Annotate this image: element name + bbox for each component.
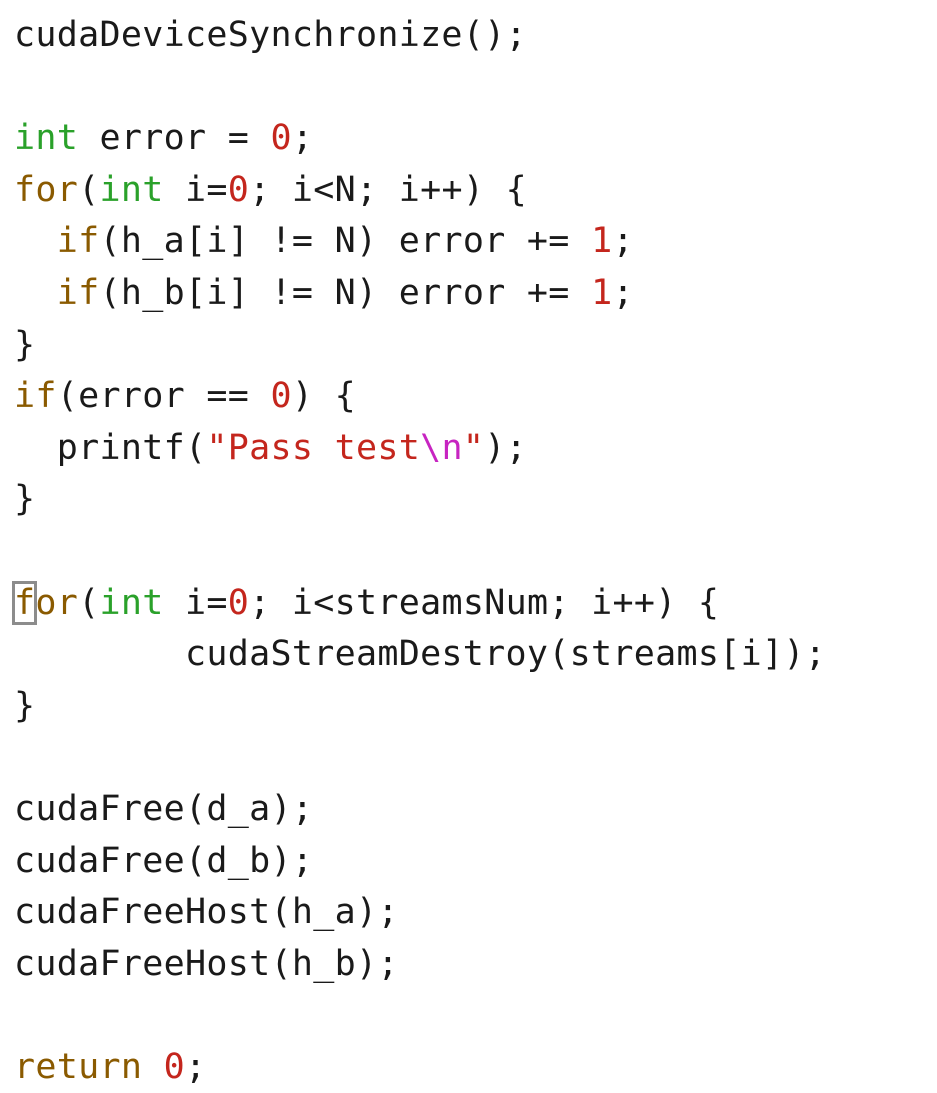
code-editor[interactable]: cudaDeviceSynchronize(); int error = 0; f…	[0, 0, 937, 1088]
code-text[interactable]: cudaDeviceSynchronize(); int error = 0; f…	[11, 10, 826, 1093]
code-line[interactable]: cudaFreeHost(h_a);	[14, 887, 826, 939]
code-line[interactable]: for(int i=0; i<streamsNum; i++) {	[11, 578, 826, 630]
code-token-keyword: return	[14, 1046, 143, 1087]
code-line[interactable]: printf("Pass test\n");	[14, 423, 826, 475]
code-token-plain: (h_a[i] != N) error +=	[99, 221, 592, 262]
code-token-plain: i=	[163, 169, 228, 210]
code-line[interactable]	[14, 732, 826, 784]
code-token-plain: printf(	[14, 427, 207, 468]
code-line[interactable]: return 0;	[14, 1042, 826, 1093]
code-token-plain: (	[78, 169, 100, 210]
code-token-string: "	[462, 427, 485, 468]
code-token-type: int	[99, 582, 164, 623]
code-token-keyword: or	[35, 582, 79, 623]
code-token-type: int	[99, 169, 164, 210]
code-line[interactable]: if(error == 0) {	[14, 371, 826, 423]
code-token-plain: error =	[78, 118, 271, 159]
code-token-string: "Pass test	[206, 427, 421, 468]
code-token-plain: cudaStreamDestroy(streams[i]);	[14, 634, 827, 675]
code-line[interactable]: if(h_b[i] != N) error += 1;	[14, 268, 826, 320]
code-token-keyword: if	[56, 272, 100, 313]
code-line[interactable]: cudaStreamDestroy(streams[i]);	[14, 629, 826, 681]
code-line[interactable]	[14, 62, 826, 114]
code-token-number: 0	[163, 1046, 185, 1087]
code-token-plain: (h_b[i] != N) error +=	[99, 272, 592, 313]
code-line[interactable]: }	[14, 681, 826, 733]
code-line[interactable]: for(int i=0; i<N; i++) {	[14, 165, 826, 217]
code-line[interactable]: }	[14, 474, 826, 526]
code-token-number: 1	[591, 221, 613, 262]
code-token-plain: cudaFreeHost(h_a);	[14, 892, 399, 933]
code-line[interactable]: }	[14, 320, 826, 372]
code-token-plain: cudaFree(d_b);	[14, 840, 314, 881]
code-line[interactable]: cudaDeviceSynchronize();	[14, 10, 826, 62]
code-line[interactable]	[14, 526, 826, 578]
code-token-plain: (	[78, 582, 100, 623]
code-token-type: int	[14, 118, 79, 159]
code-token-plain: );	[484, 427, 527, 468]
code-token-keyword: for	[14, 169, 79, 210]
code-token-keyword: if	[56, 221, 100, 262]
text-cursor: f	[11, 580, 38, 625]
code-token-keyword: if	[14, 376, 57, 417]
code-token-plain: i=	[163, 582, 228, 623]
code-line[interactable]: cudaFree(d_a);	[14, 784, 826, 836]
code-token-plain: ;	[184, 1046, 207, 1087]
code-line[interactable]: if(h_a[i] != N) error += 1;	[14, 216, 826, 268]
code-line[interactable]	[14, 990, 826, 1042]
code-token-number: 0	[227, 582, 250, 623]
code-token-plain: }	[14, 685, 36, 726]
code-token-plain: cudaFree(d_a);	[14, 788, 314, 829]
code-token-plain: }	[14, 324, 36, 365]
code-token-number: 0	[270, 118, 292, 159]
code-token-plain: ;	[612, 272, 634, 313]
code-token-plain: cudaDeviceSynchronize();	[14, 15, 527, 55]
code-token-plain: ;	[612, 221, 634, 262]
code-line[interactable]: cudaFree(d_b);	[14, 836, 826, 888]
code-line[interactable]: cudaFreeHost(h_b);	[14, 939, 826, 991]
code-line[interactable]: int error = 0;	[14, 113, 826, 165]
code-token-number: 0	[227, 169, 250, 210]
code-token-plain: ;	[291, 118, 314, 159]
code-token-plain: (error ==	[56, 376, 271, 417]
code-token-plain: ) {	[291, 376, 356, 417]
code-token-plain: ; i<streamsNum; i++) {	[249, 582, 720, 623]
code-token-plain: cudaFreeHost(h_b);	[14, 943, 399, 984]
code-token-number: 0	[270, 376, 292, 417]
code-token-escape: \n	[420, 427, 463, 468]
code-token-plain: ; i<N; i++) {	[249, 169, 527, 210]
code-token-number: 1	[591, 272, 613, 313]
code-token-plain: }	[14, 479, 36, 520]
